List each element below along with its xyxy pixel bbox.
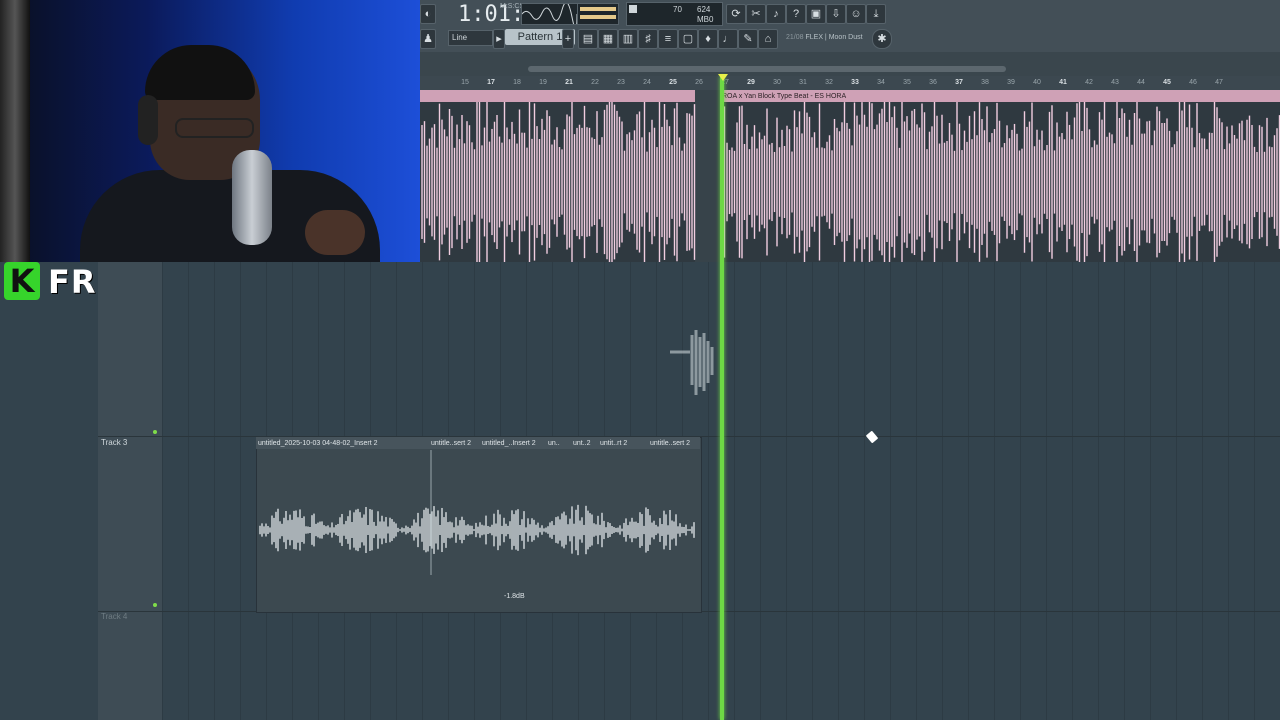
oscilloscope [521,3,578,25]
ruler-tick: 34 [877,79,885,86]
clip-segment-label[interactable]: untit..rt 2 [600,439,627,448]
vocal-waveform [259,450,695,575]
help-icon[interactable]: ? [786,4,806,24]
snap-select[interactable]: Line [448,30,493,46]
hint-number: 21/08 [786,34,804,41]
cpu-memory-panel: 70 624 MB 0 [626,2,723,26]
hint-bar: 21/08 FLEX | Moon Dust [786,33,863,42]
ruler-tick: 44 [1137,79,1145,86]
ruler-tick: 31 [799,79,807,86]
kick-logo-icon: K [4,262,40,300]
pattern-add-button[interactable]: + [562,29,574,49]
ruler-tick: 35 [903,79,911,86]
mic-arm [0,0,30,262]
browser-icon[interactable]: ≡ [658,29,678,49]
ruler-tick: 19 [539,79,547,86]
ruler-tick: 15 [461,79,469,86]
timeline-ruler[interactable]: 15 17 18 19 21 22 23 24 25 26 27 29 30 31 32 33 34 35 36 37… [420,76,1280,91]
news-icon[interactable]: ✱ [872,29,892,49]
track-header-column [98,262,163,720]
wait-record-button[interactable]: ◐ [420,4,436,24]
ruler-tick: 25 [669,79,677,86]
plugin-icon[interactable]: ▢ [678,29,698,49]
render-icon[interactable]: ⇩ [826,4,846,24]
clip-segment-label[interactable]: un.. [548,439,560,448]
save-icon[interactable]: ▣ [806,4,826,24]
beanie [145,45,255,100]
scrollbar-thumb[interactable] [528,66,1006,72]
clip-segment-label[interactable]: untitled_2025-10-03 04-48-02_Insert 2 [258,439,377,448]
channel-rack-icon[interactable]: ▥ [618,29,638,49]
ruler-tick: 30 [773,79,781,86]
microphone [232,150,272,245]
clip-segment-label[interactable]: unt..2 [573,439,591,448]
webcam-overlay [0,0,420,262]
loop-record-icon[interactable]: ⟳ [726,4,746,24]
ruler-tick: 29 [747,79,755,86]
ruler-tick: 43 [1111,79,1119,86]
playhead-marker[interactable] [718,74,728,81]
clip-segment-label[interactable]: untitle..sert 2 [650,439,690,448]
download-icon[interactable]: ⤓ [866,4,886,24]
ruler-tick: 24 [643,79,651,86]
microphone-icon[interactable]: ♪ [766,4,786,24]
clip-segment-label[interactable]: untitled_..Insert 2 [482,439,536,448]
ruler-tick: 23 [617,79,625,86]
ruler-tick: 41 [1059,79,1067,86]
ruler-tick: 47 [1215,79,1223,86]
beat-waveform [421,102,1280,262]
track-led[interactable] [153,603,157,607]
clip-volume-label: -1.8dB [504,593,525,600]
hand [305,210,365,255]
ruler-tick: 18 [513,79,521,86]
beat-clip-title[interactable]: ROA x Yan Block Type Beat - ES HORA [722,92,846,101]
peak-meter [577,3,619,25]
glasses [175,118,254,138]
beat-clip-header[interactable] [420,90,695,102]
ruler-tick: 39 [1007,79,1015,86]
track-label-3[interactable]: Track 3 [101,438,127,448]
horizontal-scrollbar[interactable] [420,52,1280,76]
ruler-tick: 36 [929,79,937,86]
hint-text: FLEX | Moon Dust [805,34,863,41]
clip-segment-label[interactable]: untitle..sert 2 [431,439,471,448]
ruler-tick: 33 [851,79,859,86]
playlist-icon[interactable]: ▤ [578,29,598,49]
cut-icon[interactable]: ✂ [746,4,766,24]
ruler-tick: 37 [955,79,963,86]
cart-icon[interactable]: ⌂ [758,29,778,49]
playhead[interactable] [720,76,724,720]
mixer-icon[interactable]: ♯ [638,29,658,49]
ghost-audio-clip [670,330,714,395]
touch-keyboard-icon[interactable]: ♦ [698,29,718,49]
headphones [138,95,158,145]
beat-track [420,90,1280,262]
track-label-4[interactable]: Track 4 [101,612,127,622]
ruler-tick: 38 [981,79,989,86]
chat-icon[interactable]: ☺ [846,4,866,24]
track-led[interactable] [153,430,157,434]
cpu-value: 70 [673,5,682,14]
ruler-tick: 22 [591,79,599,86]
stamp-icon[interactable]: ♟ [420,29,436,49]
ruler-tick: 17 [487,79,495,86]
ruler-tick: 26 [695,79,703,86]
ruler-tick: 21 [565,79,573,86]
tools-icon[interactable]: ✎ [738,29,758,49]
ruler-tick: 32 [825,79,833,86]
memory-sub-value: 0 [709,15,714,24]
browser-panel [0,302,98,720]
ruler-tick: 40 [1033,79,1041,86]
ruler-tick: 42 [1085,79,1093,86]
tempo-icon[interactable]: ♩ [718,29,738,49]
pattern-prev-button[interactable]: ▸ [493,29,505,49]
ruler-tick: 46 [1189,79,1197,86]
ruler-tick: 45 [1163,79,1171,86]
piano-roll-icon[interactable]: ▦ [598,29,618,49]
